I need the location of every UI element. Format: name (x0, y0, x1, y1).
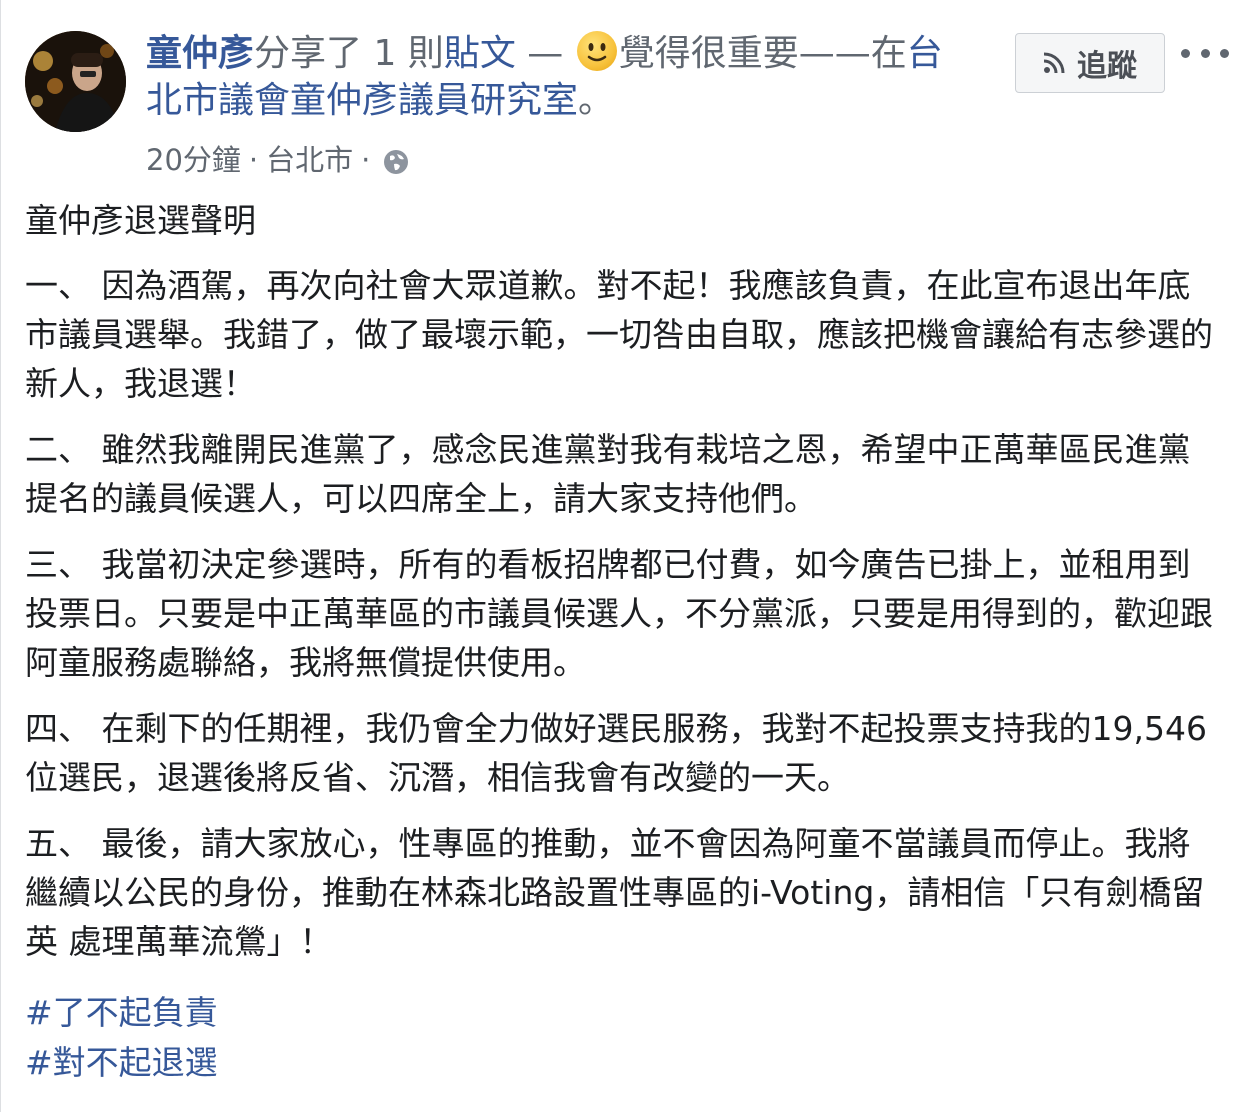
hashtag-list: #了不起負責 #對不起退選 (25, 988, 218, 1088)
header-period: 。 (578, 80, 615, 121)
statement-paragraph-5: 五、 最後，請大家放心，性專區的推動，並不會因為阿童不當議員而停止。我將繼續以公… (25, 824, 1205, 961)
slightly-smiling-face-icon (576, 31, 617, 71)
post-header: 童仲彥分享了 1 則貼文 — 覺得很重要——在台北市議會童仲彥議員研究室。 (146, 30, 986, 124)
post-body: 童仲彥退選聲明 一、 因為酒駕，再次向社會大眾道歉。對不起！我應該負責，在此宣布… (25, 196, 1221, 983)
dash: — (515, 33, 575, 74)
author-avatar[interactable] (25, 31, 126, 132)
facebook-post: 童仲彥分享了 1 則貼文 — 覺得很重要——在台北市議會童仲彥議員研究室。 20… (0, 0, 1246, 1112)
statement-paragraph-4: 四、 在剩下的任期裡，我仍會全力做好選民服務，我對不起投票支持我的19,546位… (25, 709, 1207, 797)
follow-button[interactable]: 追蹤 (1015, 33, 1165, 93)
globe-icon[interactable] (382, 146, 410, 174)
rss-icon (1043, 52, 1065, 74)
feeling-text: 覺得很重要 (618, 33, 799, 74)
statement-paragraph-1: 一、 因為酒駕，再次向社會大眾道歉。對不起！我應該負責，在此宣布退出年底市議員選… (25, 266, 1213, 403)
more-options-button[interactable] (1181, 38, 1229, 68)
statement-title: 童仲彥退選聲明 (25, 201, 256, 240)
more-dots-icon (1181, 48, 1190, 58)
location-prefix: ——在 (798, 33, 907, 74)
more-dots-icon (1220, 48, 1229, 58)
shared-text: 分享了 1 則 (254, 33, 444, 74)
location-page-link-part2[interactable]: 北市議會童仲彥議員研究室 (146, 80, 578, 121)
hashtag-link[interactable]: #對不起退選 (25, 1038, 218, 1088)
author-name-link[interactable]: 童仲彥 (146, 33, 254, 74)
post-place[interactable]: 台北市 (266, 140, 353, 180)
hashtag-link[interactable]: #了不起負責 (25, 988, 218, 1038)
statement-paragraph-3: 三、 我當初決定參選時，所有的看板招牌都已付費，如今廣告已掛上，並租用到投票日。… (25, 545, 1213, 682)
more-dots-icon (1200, 48, 1210, 58)
post-meta: 20分鐘 · 台北市 · (146, 140, 410, 180)
post-timestamp[interactable]: 20分鐘 (146, 140, 241, 180)
meta-separator: · (248, 143, 259, 177)
statement-paragraph-2: 二、 雖然我離開民進黨了，感念民進黨對我有栽培之恩，希望中正萬華區民進黨提名的議… (25, 430, 1191, 518)
meta-separator: · (361, 143, 371, 177)
follow-button-label: 追蹤 (1077, 49, 1137, 84)
post-link[interactable]: 貼文 (444, 33, 516, 74)
location-page-link-part1[interactable]: 台 (907, 33, 943, 74)
